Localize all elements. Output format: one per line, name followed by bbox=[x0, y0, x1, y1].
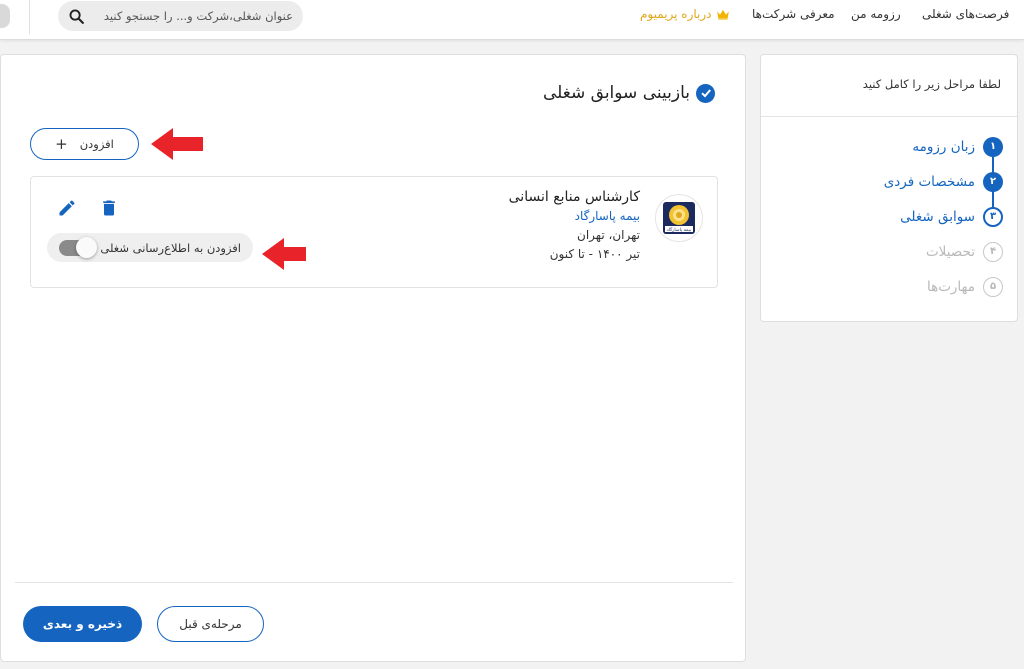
steps-heading: لطفا مراحل زیر را کامل کنید bbox=[761, 55, 1017, 117]
step-number: ۴ bbox=[983, 241, 1003, 262]
footer-divider bbox=[15, 582, 733, 583]
steps-card: لطفا مراحل زیر را کامل کنید ۱ زبان رزومه… bbox=[760, 54, 1018, 322]
job-date: تیر ۱۴۰۰ - تا کنون bbox=[549, 247, 640, 261]
premium-link[interactable]: درباره پریمیوم bbox=[640, 7, 730, 21]
job-notification-toggle[interactable] bbox=[59, 236, 97, 258]
nav-my-resume[interactable]: رزومه من bbox=[851, 7, 901, 21]
top-navigation-bar: درباره پریمیوم معرفی شرکت‌ها رزومه من فر… bbox=[0, 0, 1024, 40]
main-content-card: بازبینی سوابق شغلی افزودن + بیمه پاسارگا… bbox=[0, 54, 746, 662]
topbar-divider bbox=[29, 0, 30, 34]
check-circle-icon bbox=[696, 83, 715, 103]
previous-step-button[interactable]: مرحله‌ی قبل bbox=[157, 606, 264, 642]
step-number: ۱ bbox=[983, 136, 1003, 157]
job-notification-chip: افزودن به اطلاع‌رسانی شغلی bbox=[47, 233, 253, 262]
step-number: ۲ bbox=[983, 171, 1003, 192]
job-info: کارشناس منابع انسانی بیمه پاسارگاد تهران… bbox=[509, 189, 640, 261]
job-company[interactable]: بیمه پاسارگاد bbox=[509, 209, 640, 223]
search-box[interactable] bbox=[58, 1, 303, 31]
save-and-next-button[interactable]: ذخیره و بعدی bbox=[23, 606, 142, 642]
nav-job-opportunities[interactable]: فرصت‌های شغلی bbox=[922, 7, 1009, 21]
premium-label: درباره پریمیوم bbox=[640, 7, 712, 21]
crown-icon bbox=[716, 9, 729, 20]
annotation-arrow-icon bbox=[151, 128, 203, 160]
avatar-stub[interactable] bbox=[0, 4, 10, 28]
add-job-button[interactable]: افزودن + bbox=[30, 128, 139, 160]
step-education[interactable]: ۴ تحصیلات bbox=[761, 234, 1017, 269]
company-logo: بیمه پاسارگاد bbox=[655, 194, 703, 242]
step-label: تحصیلات bbox=[925, 243, 975, 260]
notify-label: افزودن به اطلاع‌رسانی شغلی bbox=[100, 240, 241, 255]
job-title: کارشناس منابع انسانی bbox=[508, 189, 640, 205]
step-number: ۵ bbox=[983, 276, 1003, 297]
page-title: بازبینی سوابق شغلی bbox=[543, 83, 715, 103]
step-personal-info[interactable]: ۲ مشخصات فردی bbox=[761, 164, 1017, 199]
step-skills[interactable]: ۵ مهارت‌ها bbox=[761, 269, 1017, 304]
step-label: مهارت‌ها bbox=[926, 278, 975, 295]
step-label: مشخصات فردی bbox=[883, 173, 975, 190]
steps-list: ۱ زبان رزومه ۲ مشخصات فردی ۳ سوابق شغلی … bbox=[761, 117, 1017, 304]
page-title-text: بازبینی سوابق شغلی bbox=[543, 83, 690, 103]
step-number: ۳ bbox=[983, 206, 1003, 227]
step-label: زبان رزومه bbox=[912, 138, 975, 155]
step-work-history[interactable]: ۳ سوابق شغلی bbox=[761, 199, 1017, 234]
job-location: تهران، تهران bbox=[577, 228, 640, 242]
plus-icon: + bbox=[55, 134, 68, 153]
logo-text: بیمه پاسارگاد bbox=[667, 226, 692, 233]
edit-icon[interactable] bbox=[56, 197, 78, 219]
search-icon[interactable] bbox=[68, 8, 85, 25]
nav-companies[interactable]: معرفی شرکت‌ها bbox=[752, 7, 835, 21]
job-history-card: بیمه پاسارگاد کارشناس منابع انسانی بیمه … bbox=[30, 176, 718, 288]
step-resume-language[interactable]: ۱ زبان رزومه bbox=[761, 129, 1017, 164]
add-label: افزودن bbox=[79, 137, 114, 151]
annotation-arrow-icon bbox=[262, 238, 306, 270]
toggle-knob[interactable] bbox=[76, 236, 97, 258]
step-label: سوابق شغلی bbox=[900, 208, 975, 225]
search-input[interactable] bbox=[85, 9, 293, 23]
delete-icon[interactable] bbox=[98, 197, 120, 219]
